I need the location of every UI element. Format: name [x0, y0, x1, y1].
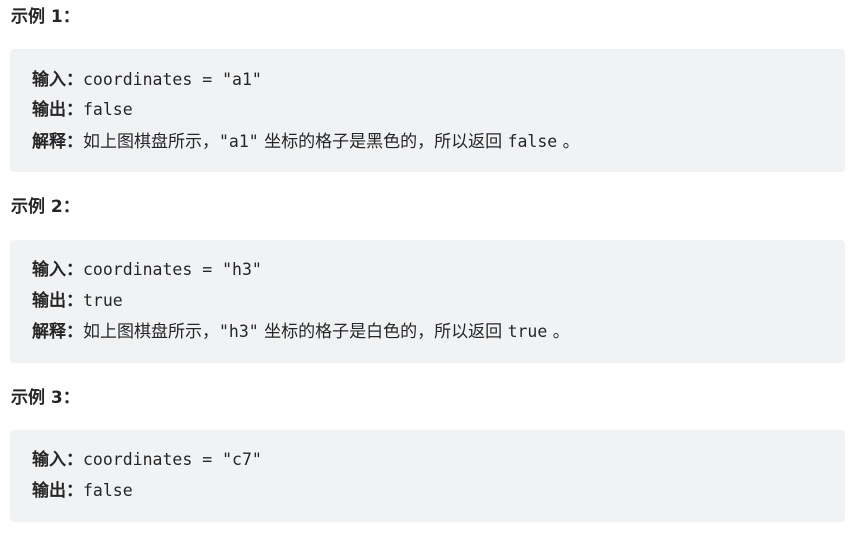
example-3-input-line: 输入：coordinates = "c7" [32, 446, 262, 474]
example-2-explanation-line: 解释：如上图棋盘所示，"h3" 坐标的格子是白色的，所以返回 true 。 [32, 318, 570, 346]
example-1-explanation-line: 解释：如上图棋盘所示，"a1" 坐标的格子是黑色的，所以返回 false 。 [32, 128, 580, 156]
explanation-text: 。 [547, 322, 570, 342]
explanation-text: 坐标的格子是黑色的，所以返回 [258, 132, 508, 152]
output-value: false [83, 100, 133, 119]
example-1-heading: 示例 1： [11, 7, 80, 27]
output-value: true [83, 291, 123, 310]
example-1-code-block: 输入：coordinates = "a1" 输出：false 解释：如上图棋盘所… [10, 49, 845, 172]
explanation-code: "h3" [219, 322, 259, 341]
explanation-text: 如上图棋盘所示， [83, 322, 219, 342]
explanation-text: 。 [557, 132, 580, 152]
explanation-code: "a1" [219, 132, 259, 151]
output-value: false [83, 481, 133, 500]
input-label: 输入： [32, 70, 83, 90]
input-label: 输入： [32, 260, 83, 280]
input-value: coordinates = "a1" [83, 70, 262, 89]
explanation-label: 解释： [32, 132, 83, 152]
input-label: 输入： [32, 450, 83, 470]
explanation-label: 解释： [32, 322, 83, 342]
example-3-code-block: 输入：coordinates = "c7" 输出：false [10, 430, 845, 522]
output-label: 输出： [32, 291, 83, 311]
input-value: coordinates = "c7" [83, 450, 262, 469]
example-3-output-line: 输出：false [32, 477, 133, 505]
explanation-text: 如上图棋盘所示， [83, 132, 219, 152]
output-label: 输出： [32, 100, 83, 120]
output-label: 输出： [32, 481, 83, 501]
input-value: coordinates = "h3" [83, 260, 262, 279]
example-3-heading: 示例 3： [11, 388, 80, 408]
explanation-code: true [507, 322, 548, 341]
explanation-text: 坐标的格子是白色的，所以返回 [258, 322, 508, 342]
example-2-output-line: 输出：true [32, 287, 123, 315]
example-2-input-line: 输入：coordinates = "h3" [32, 256, 262, 284]
example-1-input-line: 输入：coordinates = "a1" [32, 66, 262, 94]
example-2-heading: 示例 2： [11, 197, 80, 217]
example-1-output-line: 输出：false [32, 96, 133, 124]
example-2-code-block: 输入：coordinates = "h3" 输出：true 解释：如上图棋盘所示… [10, 240, 845, 363]
explanation-code: false [507, 132, 558, 151]
